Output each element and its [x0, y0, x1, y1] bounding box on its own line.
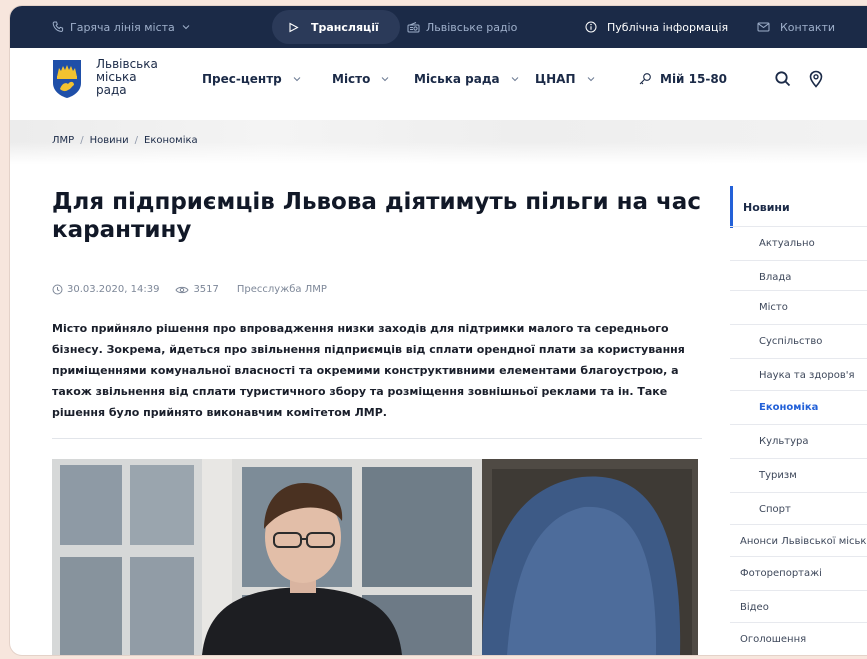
brand-name[interactable]: Львівська міська рада [96, 58, 176, 97]
sidebar-item-fotoreportazhi[interactable]: Фоторепортажі [730, 556, 867, 590]
article-date-text: 30.03.2020, 14:39 [67, 284, 160, 295]
browser-page: Гаряча лінія міста Трансляції Львівське … [10, 6, 867, 655]
top-utility-bar: Гаряча лінія міста Трансляції Львівське … [10, 6, 867, 48]
sidebar-item-ekonomika[interactable]: Економіка [730, 390, 867, 424]
nav-hotline-1580-label: Мій 15-80 [660, 72, 728, 86]
lviv-coat-of-arms-logo[interactable] [52, 59, 82, 99]
article-date: 30.03.2020, 14:39 [52, 284, 159, 295]
breadcrumb-banner: ЛМР / Новини / Економіка [10, 120, 867, 164]
chevron-down-icon [382, 77, 389, 82]
nav-cnap-label: ЦНАП [535, 72, 576, 86]
sidebar-item-sport[interactable]: Спорт [730, 492, 867, 526]
sidebar-item-nauka[interactable]: Наука та здоров'я [730, 358, 867, 392]
eye-icon [175, 286, 190, 293]
broadcasts-link[interactable]: Трансляції [288, 6, 379, 48]
location-pin-icon[interactable] [808, 70, 824, 88]
nav-cnap[interactable]: ЦНАП [535, 72, 596, 86]
article-views: 3517 [175, 284, 219, 295]
brand-line-3: рада [96, 83, 127, 97]
sidebar-heading-news[interactable]: Новини [730, 186, 867, 228]
breadcrumb-item-lmr[interactable]: ЛМР [52, 135, 74, 146]
radio-label: Львівське радіо [426, 20, 518, 34]
info-icon [585, 21, 597, 33]
nav-city-label: Місто [332, 72, 371, 86]
sidebar-item-vlada[interactable]: Влада [730, 260, 867, 294]
breadcrumb-separator: / [134, 135, 139, 146]
sidebar-item-suspilstvo[interactable]: Суспільство [730, 324, 867, 358]
article-lead: Місто прийняло рішення про впровадження … [52, 322, 685, 419]
play-icon [289, 22, 299, 32]
public-info-link[interactable]: Публічна інформація [585, 6, 728, 48]
contacts-link[interactable]: Контакти [757, 6, 835, 48]
article-photo-illustration [52, 459, 698, 655]
public-info-label: Публічна інформація [607, 20, 729, 34]
mail-icon [757, 22, 770, 32]
breadcrumb-separator: / [80, 135, 84, 146]
contacts-label: Контакти [780, 20, 836, 34]
key-icon [639, 73, 651, 85]
sidebar-item-oholoshennia[interactable]: Оголошення [730, 622, 867, 655]
nav-press-center[interactable]: Прес-центр [202, 72, 302, 86]
article-views-count: 3517 [193, 284, 219, 295]
hotline-link[interactable]: Гаряча лінія міста [52, 6, 191, 48]
sidebar-item-misto[interactable]: Місто [730, 290, 867, 324]
nav-city-council-label: Міська рада [414, 72, 500, 86]
sidebar-item-kultura[interactable]: Культура [730, 424, 867, 458]
broadcasts-label: Трансляції [311, 20, 379, 34]
article-divider [52, 438, 702, 439]
nav-hotline-1580[interactable]: Мій 15-80 [638, 72, 727, 86]
article-photo[interactable] [52, 459, 698, 655]
article-source: Пресслужба ЛМР [236, 284, 327, 295]
breadcrumb: ЛМР / Новини / Економіка [52, 135, 198, 146]
phone-icon [52, 21, 64, 32]
sidebar-item-anonsy[interactable]: Анонси Львівської міської ради [730, 524, 867, 558]
radio-link[interactable]: Львівське радіо [407, 6, 517, 48]
sidebar-item-aktualno[interactable]: Актуально [730, 226, 867, 260]
nav-city-council[interactable]: Міська рада [414, 72, 520, 86]
radio-icon [407, 21, 420, 32]
sidebar-item-turyzm[interactable]: Туризм [730, 458, 867, 492]
sidebar-item-video[interactable]: Відео [730, 590, 867, 624]
hotline-label: Гаряча лінія міста [70, 20, 175, 34]
nav-press-center-label: Прес-центр [202, 72, 282, 86]
chevron-down-icon [511, 77, 519, 82]
site-header: Львівська міська рада Прес-центр Місто М… [10, 48, 867, 120]
search-icon[interactable] [774, 70, 792, 88]
breadcrumb-item-news[interactable]: Новини [90, 135, 129, 146]
article-title: Для підприємців Львова діятимуть пільги … [52, 189, 701, 243]
chevron-down-icon [587, 77, 594, 82]
chevron-down-icon [293, 77, 301, 82]
chevron-down-icon [182, 25, 190, 30]
breadcrumb-item-economy[interactable]: Економіка [144, 135, 198, 146]
clock-icon [52, 284, 63, 295]
nav-city[interactable]: Місто [332, 72, 390, 86]
article-meta: 30.03.2020, 14:39 3517 Пресслужба ЛМР [52, 284, 327, 295]
